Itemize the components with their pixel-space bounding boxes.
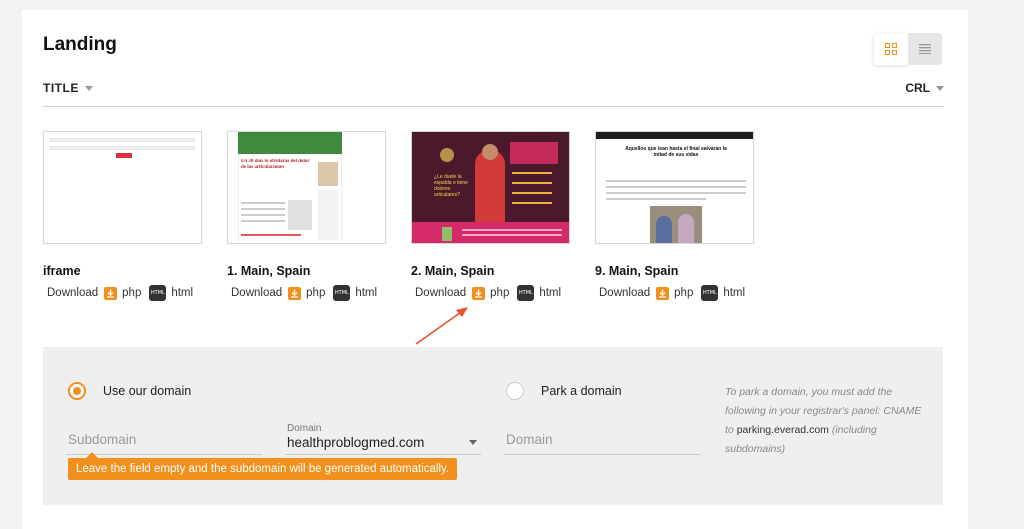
download-html-button[interactable]: HTML (517, 285, 535, 301)
download-php-button[interactable] (288, 286, 302, 300)
subdomain-placeholder: Subdomain (68, 432, 137, 447)
landing-actions: Download php HTML html (227, 285, 387, 301)
thumbnail-headline: ¿Le duele la espalda o tiene dolores art… (434, 174, 468, 198)
landing-thumbnail[interactable]: ¿Le duele la espalda o tiene dolores art… (411, 131, 570, 244)
list-icon (919, 44, 931, 54)
landing-list: iframe Download php HTML html En 30 días… (43, 131, 755, 301)
sort-title-label: TITLE (43, 81, 79, 95)
park-domain-placeholder: Domain (506, 432, 553, 447)
html-label: html (355, 287, 378, 299)
landing-tile: ¿Le duele la espalda o tiene dolores art… (411, 131, 571, 301)
php-label: php (306, 287, 326, 299)
landing-name: 2. Main, Spain (411, 264, 495, 278)
landing-card: Landing TITLE CRL iframe Download php HT… (22, 10, 968, 529)
download-php-button[interactable] (104, 286, 118, 300)
landing-actions: Download php HTML html (43, 285, 203, 301)
php-label: php (674, 287, 694, 299)
download-html-button[interactable]: HTML (333, 285, 351, 301)
landing-actions: Download php HTML html (411, 285, 571, 301)
html-label: html (723, 287, 746, 299)
download-label: Download (47, 287, 99, 299)
download-html-button[interactable]: HTML (701, 285, 719, 301)
landing-name: 9. Main, Spain (595, 264, 679, 278)
html-label: html (171, 287, 194, 299)
domain-panel: Use our domain Park a domain Subdomain D… (43, 347, 943, 505)
page-title: Landing (43, 34, 117, 55)
use-our-domain-radio[interactable] (68, 382, 86, 400)
download-html-button[interactable]: HTML (149, 285, 167, 301)
thumbnail-headline: Aquellos que lean hasta el final salvará… (625, 146, 727, 158)
php-label: php (122, 287, 142, 299)
chevron-down-icon (936, 85, 944, 91)
list-view-button[interactable] (908, 33, 942, 65)
download-icon (107, 289, 115, 298)
park-domain-hint: To park a domain, you must add the follo… (725, 383, 925, 459)
sort-crl-label: CRL (905, 81, 930, 95)
download-label: Download (415, 287, 467, 299)
view-toggle (874, 33, 942, 65)
divider (43, 106, 944, 107)
download-label: Download (231, 287, 283, 299)
landing-thumbnail[interactable] (43, 131, 202, 244)
landing-thumbnail[interactable]: En 30 días te olvidarás del dolor de las… (227, 131, 386, 244)
domain-select-label: Domain (287, 423, 322, 434)
domain-select[interactable]: Domain healthproblogmed.com (285, 417, 481, 455)
landing-name: iframe (43, 264, 81, 278)
annotation-arrow-icon (415, 307, 468, 345)
download-icon (291, 289, 299, 298)
download-icon (475, 289, 483, 298)
park-domain-input[interactable]: Domain (504, 417, 700, 455)
landing-tile: iframe Download php HTML html (43, 131, 203, 301)
html-label: html (539, 287, 562, 299)
landing-name: 1. Main, Spain (227, 264, 311, 278)
use-our-domain-label: Use our domain (103, 384, 192, 398)
download-icon (659, 289, 667, 298)
park-domain-label: Park a domain (541, 384, 622, 398)
grid-icon (885, 43, 897, 55)
download-php-button[interactable] (656, 286, 670, 300)
park-domain-radio[interactable] (506, 382, 524, 400)
domain-select-value: healthproblogmed.com (287, 435, 425, 450)
landing-thumbnail[interactable]: Aquellos que lean hasta el final salvará… (595, 131, 754, 244)
php-label: php (490, 287, 510, 299)
subdomain-tooltip: Leave the field empty and the subdomain … (68, 452, 458, 480)
sort-crl[interactable]: CRL (905, 81, 944, 95)
chevron-down-icon (84, 85, 93, 91)
sort-title[interactable]: TITLE (43, 81, 93, 95)
download-php-button[interactable] (472, 286, 486, 300)
chevron-down-icon (469, 440, 477, 445)
grid-view-button[interactable] (874, 33, 908, 65)
cname-value: parking.everad.com (736, 424, 829, 436)
landing-actions: Download php HTML html (595, 285, 755, 301)
thumbnail-headline: En 30 días te olvidarás del dolor de las… (241, 159, 310, 170)
landing-tile: Aquellos que lean hasta el final salvará… (595, 131, 755, 301)
download-label: Download (599, 287, 651, 299)
landing-tile: En 30 días te olvidarás del dolor de las… (227, 131, 387, 301)
subdomain-input[interactable]: Subdomain (66, 417, 262, 455)
